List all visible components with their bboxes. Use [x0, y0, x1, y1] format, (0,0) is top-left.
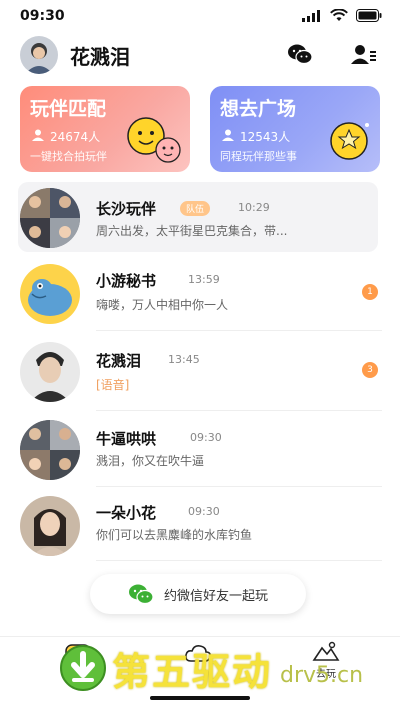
- chat-time: 13:45: [168, 353, 200, 366]
- chat-row-niubi[interactable]: 牛逼哄哄 09:30 溅泪，你又在吹牛逼: [0, 416, 400, 496]
- chat-name: 一朵小花: [96, 504, 157, 522]
- chat-time: 13:59: [188, 273, 220, 286]
- status-icons: [302, 9, 382, 22]
- chat-row-huajianlei[interactable]: 花溅泪 13:45 [语音] 3: [0, 336, 400, 416]
- home-indicator: [150, 696, 250, 700]
- smiley-faces-icon: [127, 117, 181, 163]
- card-count: 24674人: [50, 130, 101, 144]
- chat-name: 长沙玩伴: [96, 200, 157, 218]
- card-subtitle: 一键找合拍玩伴: [30, 150, 107, 163]
- chat-name: 牛逼哄哄: [96, 430, 157, 448]
- chat-name: 小游秘书: [96, 272, 157, 290]
- card-title: 玩伴匹配: [30, 98, 107, 120]
- invite-wechat-button[interactable]: 约微信好友一起玩: [90, 574, 306, 614]
- header: 花溅泪: [0, 32, 400, 76]
- divider: [96, 486, 382, 487]
- chat-time: 10:29: [238, 201, 270, 214]
- watermark-text: 第五驱动: [112, 649, 273, 694]
- divider: [96, 560, 382, 561]
- chat-row-secretary[interactable]: 小游秘书 13:59 嗨喽，万人中相中你一人 1: [0, 256, 400, 336]
- download-icon: [60, 645, 106, 691]
- avatar[interactable]: [20, 36, 58, 74]
- divider: [96, 410, 382, 411]
- battery-icon: [356, 9, 382, 22]
- chat-message: 溅泪，你又在吹牛逼: [96, 454, 205, 468]
- chat-message: 你们可以去黑麋峰的水库钓鱼: [96, 528, 253, 542]
- signal-icon: [302, 9, 320, 22]
- chat-name: 花溅泪: [96, 352, 142, 370]
- chat-time: 09:30: [188, 505, 220, 518]
- contacts-icon[interactable]: [350, 42, 378, 66]
- user-icon: [222, 129, 234, 141]
- card-subtitle: 同程玩伴那些事: [220, 150, 297, 163]
- chat-message: [语音]: [96, 378, 130, 392]
- watermark: 第五驱动 drv5.cn: [58, 640, 363, 696]
- watermark-url: drv5.cn: [280, 662, 364, 688]
- wish-square-card[interactable]: 想去广场 12543人 同程玩伴那些事: [210, 86, 380, 172]
- avatar: [20, 496, 80, 556]
- invite-label: 约微信好友一起玩: [163, 588, 268, 604]
- avatar: [20, 264, 80, 324]
- status-time: 09:30: [20, 8, 65, 24]
- chat-message: 嗨喽，万人中相中你一人: [96, 298, 229, 312]
- wechat-icon: [128, 584, 154, 605]
- page-title: 花溅泪: [70, 45, 130, 69]
- unread-badge: 3: [362, 362, 378, 378]
- card-count: 12543人: [240, 130, 291, 144]
- avatar: [20, 188, 80, 248]
- avatar: [20, 420, 80, 480]
- chat-message: 周六出发，太平街星巴克集合，带...: [96, 224, 288, 238]
- user-icon: [32, 129, 44, 141]
- chat-row-changsha[interactable]: 长沙玩伴 队伍 10:29 周六出发，太平街星巴克集合，带...: [0, 182, 400, 262]
- chat-time: 09:30: [190, 431, 222, 444]
- avatar: [20, 342, 80, 402]
- status-bar: 09:30: [0, 0, 400, 32]
- match-partner-card[interactable]: 玩伴匹配 24674人 一键找合拍玩伴: [20, 86, 190, 172]
- star-moon-icon: [330, 122, 369, 160]
- team-tag: 队伍: [180, 201, 211, 216]
- wechat-icon[interactable]: [286, 42, 314, 66]
- wifi-icon: [330, 9, 348, 21]
- card-title: 想去广场: [220, 98, 297, 120]
- unread-badge: 1: [362, 284, 378, 300]
- divider: [96, 330, 382, 331]
